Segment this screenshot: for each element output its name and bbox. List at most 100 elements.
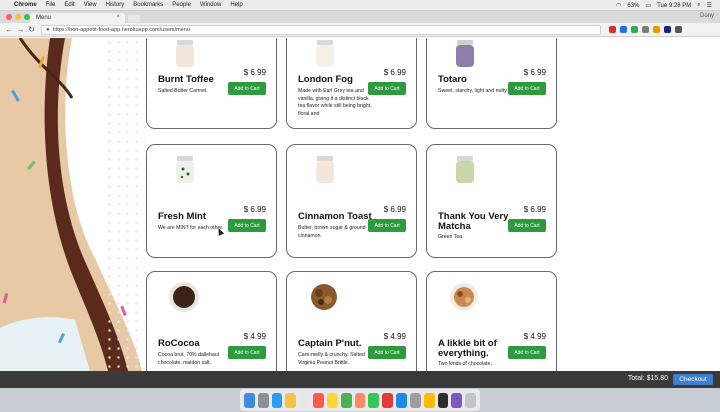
maps-icon[interactable] — [340, 392, 352, 408]
checkout-button[interactable]: Checkout — [673, 374, 713, 385]
close-window-icon[interactable] — [6, 14, 12, 20]
menu-edit[interactable]: Edit — [64, 2, 74, 8]
item-name: Captain P'nut. — [298, 338, 362, 349]
menu-history[interactable]: History — [106, 2, 125, 8]
launchpad-icon[interactable] — [257, 392, 269, 408]
extension-icon[interactable] — [653, 26, 660, 33]
extensions — [609, 26, 682, 33]
item-price: $ 4.99 — [523, 332, 546, 341]
settings-icon[interactable] — [409, 392, 421, 408]
product-image — [316, 40, 334, 67]
photos-icon[interactable] — [354, 392, 366, 408]
mail-icon[interactable] — [285, 392, 297, 408]
menu-app-chrome[interactable]: Chrome — [14, 2, 37, 8]
extension-icon[interactable] — [631, 26, 638, 33]
menu-card: RoCocoa $ 4.99 Add to Cart Cocoa brut, 7… — [146, 271, 277, 371]
battery-icon[interactable]: ▭ — [645, 2, 651, 9]
product-image — [169, 282, 199, 312]
item-price: $ 4.99 — [243, 332, 266, 341]
trash-icon[interactable] — [465, 392, 477, 408]
item-description: Butter, brown sugar & ground cinnamon. — [298, 225, 366, 239]
cart-total: Total: $15.80 — [627, 375, 668, 382]
menu-window[interactable]: Window — [200, 2, 221, 8]
extension-icon[interactable] — [620, 26, 627, 33]
item-price: $ 6.99 — [243, 68, 266, 77]
url-text: https://bon-appetit-food-app.herokuapp.c… — [52, 26, 190, 33]
item-name: Burnt Toffee — [158, 74, 214, 85]
product-image — [456, 156, 474, 183]
terminal-icon[interactable] — [437, 392, 449, 408]
menu-view[interactable]: View — [84, 2, 97, 8]
add-to-cart-button[interactable]: Add to Cart — [508, 346, 546, 359]
clock[interactable]: Tue 9:28 PM — [657, 3, 691, 9]
menu-card: Cinnamon Toast $ 6.99 Add to Cart Butter… — [286, 144, 417, 258]
notification-center-icon[interactable]: ☰ — [707, 2, 712, 9]
status-area: ◠ 63% ▭ Tue 9:28 PM ⌕ ☰ — [616, 0, 712, 11]
calendar-icon[interactable] — [313, 392, 324, 408]
address-bar[interactable]: ● https://bon-appetit-food-app.herokuapp… — [41, 24, 601, 35]
item-description: Two kinds of chocolate, — [438, 361, 492, 367]
cart-bar: Total: $15.80 Checkout — [0, 371, 720, 388]
product-image — [316, 156, 334, 183]
forward-icon[interactable]: → — [15, 25, 26, 34]
tab-menu[interactable]: Menu × — [30, 13, 125, 23]
extension-icon[interactable] — [664, 26, 671, 33]
menu-file[interactable]: File — [46, 2, 56, 8]
menu-page: Burnt Toffee $ 6.99 Add to Cart Salted B… — [0, 38, 720, 371]
extension-icon[interactable] — [609, 26, 616, 33]
tab-title: Menu — [36, 15, 52, 21]
safari-icon[interactable] — [271, 392, 283, 408]
item-price: $ 6.99 — [523, 68, 546, 77]
menu-card: Captain P'nut. $ 4.99 Add to Cart Care-m… — [286, 271, 417, 371]
contacts-icon[interactable] — [299, 392, 311, 408]
menu-card: London Fog $ 6.99 Add to Cart Made with … — [286, 38, 417, 129]
tab-close-icon[interactable]: × — [116, 14, 120, 20]
dock — [240, 389, 480, 411]
lock-icon: ● — [46, 26, 50, 33]
item-name: RoCocoa — [158, 338, 200, 349]
menu-card: Fresh Mint $ 6.99 Add to Cart We are MIN… — [146, 144, 277, 258]
search-icon[interactable]: ⌕ — [697, 2, 700, 9]
item-price: $ 4.99 — [383, 332, 406, 341]
new-tab-button[interactable] — [128, 15, 140, 22]
add-to-cart-button[interactable]: Add to Cart — [508, 219, 546, 232]
finder-icon[interactable] — [244, 392, 255, 408]
item-description: Sweet, starchy, light and nutty. — [438, 88, 508, 94]
menu-card: A likkle bit of everything. $ 4.99 Add t… — [426, 271, 557, 371]
menu-bookmarks[interactable]: Bookmarks — [133, 2, 163, 8]
back-icon[interactable]: ← — [4, 25, 15, 34]
browser-toolbar: ← → ↻ ● https://bon-appetit-food-app.her… — [0, 23, 720, 37]
item-description: Salted Butter Carmel. — [158, 88, 208, 94]
tab-strip: Menu × Dony — [0, 11, 720, 23]
app-store-icon[interactable] — [396, 392, 407, 408]
minimize-window-icon[interactable] — [15, 14, 21, 20]
extension-icon[interactable] — [642, 26, 649, 33]
notes-icon[interactable] — [326, 392, 338, 408]
item-name: Cinnamon Toast — [298, 211, 372, 222]
item-description: Cocoa brut, 70% dallebaut chocolate, mal… — [158, 352, 220, 366]
chrome-icon[interactable] — [423, 392, 435, 408]
app-icon[interactable] — [451, 392, 463, 408]
product-image — [176, 156, 194, 183]
menu-icon[interactable] — [675, 26, 682, 33]
item-name: Thank You Very Matcha — [438, 211, 509, 232]
menu-card: Burnt Toffee $ 6.99 Add to Cart Salted B… — [146, 38, 277, 129]
item-description: Made with Earl Grey tea and vanilla, giv… — [298, 88, 372, 117]
item-description: Green Tea. — [438, 234, 464, 240]
reload-icon[interactable]: ↻ — [26, 25, 37, 34]
item-name: Fresh Mint — [158, 211, 207, 222]
profile-name[interactable]: Dony — [700, 13, 714, 19]
item-price: $ 6.99 — [383, 68, 406, 77]
music-icon[interactable] — [382, 392, 394, 408]
item-name: Totaro — [438, 74, 467, 85]
menu-people[interactable]: People — [172, 2, 191, 8]
item-price: $ 6.99 — [383, 205, 406, 214]
item-name: A likkle bit of everything. — [438, 338, 497, 359]
product-image — [456, 40, 474, 67]
battery-percent[interactable]: 63% — [627, 3, 639, 9]
menu-card: Thank You Very Matcha $ 6.99 Add to Cart… — [426, 144, 557, 258]
messages-icon[interactable] — [368, 392, 380, 408]
product-image — [176, 40, 194, 67]
wifi-icon[interactable]: ◠ — [616, 2, 621, 9]
menu-help[interactable]: Help — [230, 2, 242, 8]
